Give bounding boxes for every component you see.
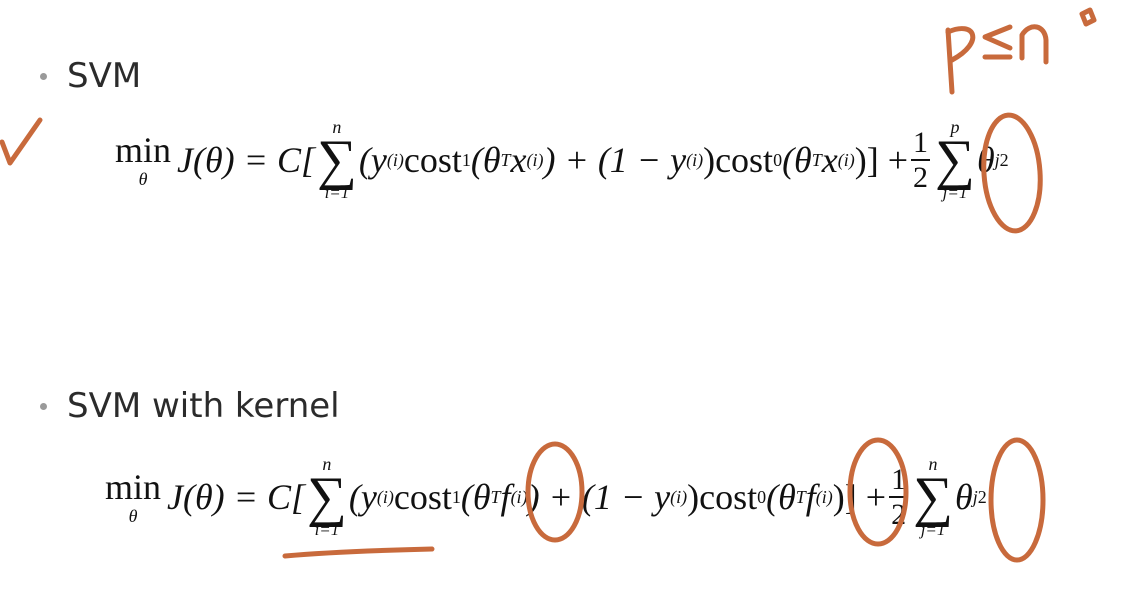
min-operator: min θ xyxy=(115,130,172,189)
summation-j: p ∑ j=1 xyxy=(935,117,975,202)
bullet-svm-kernel: SVM with kernel xyxy=(40,386,340,426)
bullet-dot xyxy=(40,402,47,410)
underline-sum-i xyxy=(282,546,435,559)
fraction-half: 1 2 xyxy=(889,462,909,531)
svm-objective-formula: min θ J(θ) = C[ n ∑ i=1 (y (i) cost 1 (θ T … xyxy=(115,117,1009,202)
min-operator: min θ xyxy=(105,467,162,526)
summation-i: n ∑ i=1 xyxy=(306,454,347,539)
fraction-half: 1 2 xyxy=(911,125,931,194)
bullet-svm: SVM xyxy=(40,56,141,96)
bullet-dot xyxy=(40,72,47,80)
circle-sum-n xyxy=(988,437,1046,563)
lhs: J(θ) = C[ xyxy=(167,477,305,517)
svm-kernel-objective-formula: min θ J(θ) = C[ n ∑ i=1 (y (i) cost 1 (θ T … xyxy=(105,454,987,539)
bullet-label: SVM xyxy=(67,56,142,96)
handwritten-p-le-n xyxy=(945,7,1097,95)
summation-j: n ∑ j=1 xyxy=(913,454,953,539)
lhs: J(θ) = C[ xyxy=(177,140,315,180)
checkmark-annotation xyxy=(0,117,43,166)
bullet-label: SVM with kernel xyxy=(67,386,340,426)
summation-i: n ∑ i=1 xyxy=(316,117,357,202)
